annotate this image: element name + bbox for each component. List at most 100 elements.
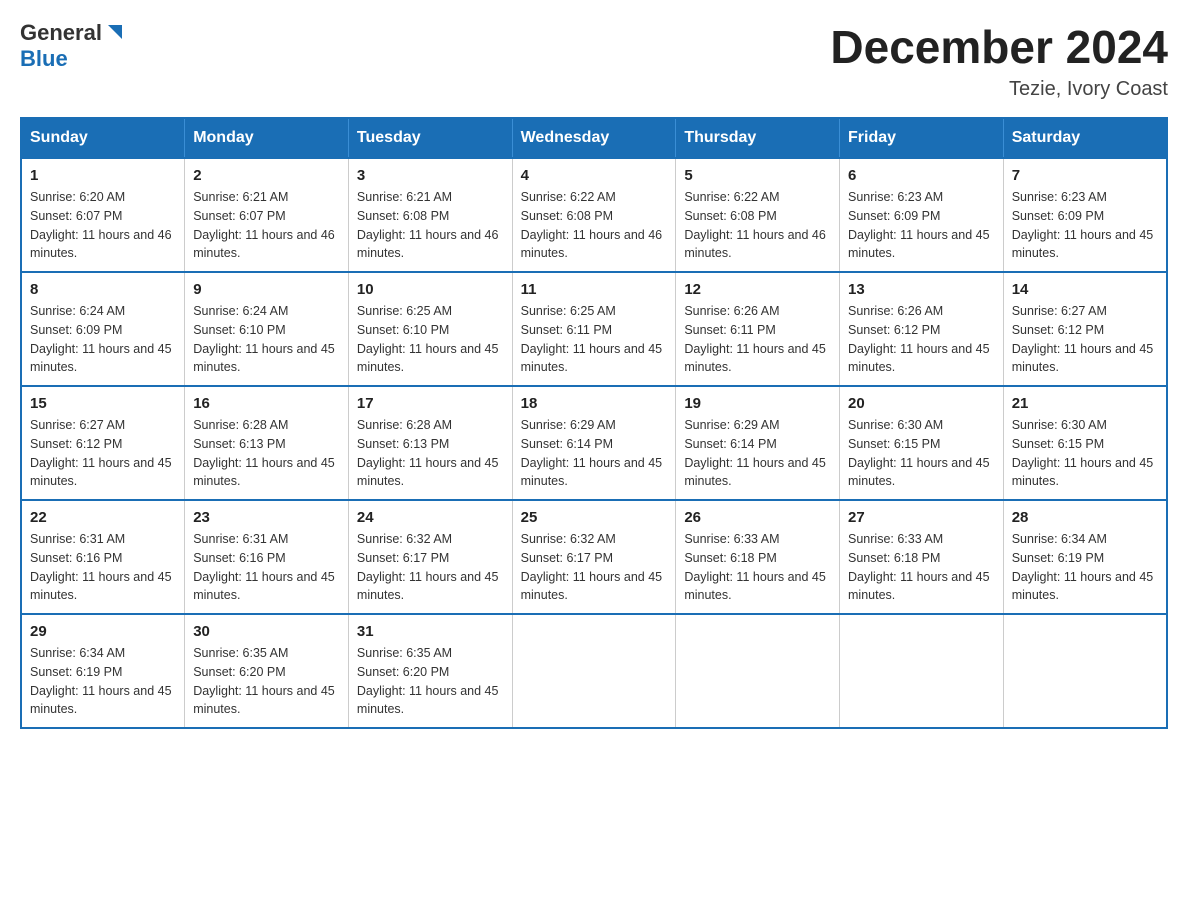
day-number: 31 [357, 623, 504, 640]
daylight-label: Daylight: 11 hours and 45 minutes. [193, 456, 335, 489]
day-info: Sunrise: 6:28 AM Sunset: 6:13 PM Dayligh… [357, 416, 504, 491]
calendar-day-cell: 22 Sunrise: 6:31 AM Sunset: 6:16 PM Dayl… [21, 500, 185, 614]
daylight-label: Daylight: 11 hours and 45 minutes. [521, 342, 663, 375]
sunrise-label: Sunrise: 6:31 AM [30, 532, 125, 546]
sunset-label: Sunset: 6:20 PM [193, 665, 285, 679]
day-info: Sunrise: 6:35 AM Sunset: 6:20 PM Dayligh… [357, 644, 504, 719]
day-info: Sunrise: 6:32 AM Sunset: 6:17 PM Dayligh… [521, 530, 668, 605]
calendar-day-cell: 27 Sunrise: 6:33 AM Sunset: 6:18 PM Dayl… [840, 500, 1004, 614]
daylight-label: Daylight: 11 hours and 45 minutes. [30, 684, 172, 717]
day-info: Sunrise: 6:24 AM Sunset: 6:09 PM Dayligh… [30, 302, 176, 377]
calendar-day-cell: 10 Sunrise: 6:25 AM Sunset: 6:10 PM Dayl… [348, 272, 512, 386]
calendar-day-cell: 9 Sunrise: 6:24 AM Sunset: 6:10 PM Dayli… [185, 272, 349, 386]
calendar-week-row: 22 Sunrise: 6:31 AM Sunset: 6:16 PM Dayl… [21, 500, 1167, 614]
day-info: Sunrise: 6:27 AM Sunset: 6:12 PM Dayligh… [1012, 302, 1158, 377]
daylight-label: Daylight: 11 hours and 45 minutes. [357, 456, 499, 489]
sunset-label: Sunset: 6:20 PM [357, 665, 449, 679]
sunrise-label: Sunrise: 6:30 AM [1012, 418, 1107, 432]
day-info: Sunrise: 6:33 AM Sunset: 6:18 PM Dayligh… [848, 530, 995, 605]
weekday-row: SundayMondayTuesdayWednesdayThursdayFrid… [21, 118, 1167, 158]
day-number: 6 [848, 167, 995, 184]
day-info: Sunrise: 6:33 AM Sunset: 6:18 PM Dayligh… [684, 530, 831, 605]
day-info: Sunrise: 6:21 AM Sunset: 6:08 PM Dayligh… [357, 188, 504, 263]
sunset-label: Sunset: 6:14 PM [684, 437, 776, 451]
day-info: Sunrise: 6:28 AM Sunset: 6:13 PM Dayligh… [193, 416, 340, 491]
sunset-label: Sunset: 6:12 PM [1012, 323, 1104, 337]
sunset-label: Sunset: 6:08 PM [357, 209, 449, 223]
weekday-header: Thursday [676, 118, 840, 158]
day-number: 1 [30, 167, 176, 184]
day-info: Sunrise: 6:23 AM Sunset: 6:09 PM Dayligh… [1012, 188, 1158, 263]
page-header: General Blue December 2024 Tezie, Ivory … [20, 20, 1168, 101]
day-info: Sunrise: 6:35 AM Sunset: 6:20 PM Dayligh… [193, 644, 340, 719]
calendar-day-cell: 29 Sunrise: 6:34 AM Sunset: 6:19 PM Dayl… [21, 614, 185, 728]
sunrise-label: Sunrise: 6:23 AM [1012, 190, 1107, 204]
daylight-label: Daylight: 11 hours and 45 minutes. [193, 570, 335, 603]
daylight-label: Daylight: 11 hours and 45 minutes. [521, 570, 663, 603]
day-number: 29 [30, 623, 176, 640]
calendar-day-cell: 30 Sunrise: 6:35 AM Sunset: 6:20 PM Dayl… [185, 614, 349, 728]
calendar-day-cell: 16 Sunrise: 6:28 AM Sunset: 6:13 PM Dayl… [185, 386, 349, 500]
day-info: Sunrise: 6:34 AM Sunset: 6:19 PM Dayligh… [30, 644, 176, 719]
day-info: Sunrise: 6:23 AM Sunset: 6:09 PM Dayligh… [848, 188, 995, 263]
sunrise-label: Sunrise: 6:25 AM [357, 304, 452, 318]
sunset-label: Sunset: 6:16 PM [193, 551, 285, 565]
day-info: Sunrise: 6:30 AM Sunset: 6:15 PM Dayligh… [1012, 416, 1158, 491]
sunset-label: Sunset: 6:09 PM [848, 209, 940, 223]
sunset-label: Sunset: 6:10 PM [357, 323, 449, 337]
sunrise-label: Sunrise: 6:32 AM [521, 532, 616, 546]
daylight-label: Daylight: 11 hours and 45 minutes. [193, 684, 335, 717]
calendar-day-cell: 18 Sunrise: 6:29 AM Sunset: 6:14 PM Dayl… [512, 386, 676, 500]
daylight-label: Daylight: 11 hours and 45 minutes. [1012, 342, 1154, 375]
sunrise-label: Sunrise: 6:21 AM [357, 190, 452, 204]
sunset-label: Sunset: 6:07 PM [193, 209, 285, 223]
sunset-label: Sunset: 6:08 PM [684, 209, 776, 223]
sunset-label: Sunset: 6:15 PM [1012, 437, 1104, 451]
sunset-label: Sunset: 6:18 PM [684, 551, 776, 565]
sunrise-label: Sunrise: 6:22 AM [684, 190, 779, 204]
day-number: 12 [684, 281, 831, 298]
sunset-label: Sunset: 6:13 PM [193, 437, 285, 451]
calendar-day-cell: 4 Sunrise: 6:22 AM Sunset: 6:08 PM Dayli… [512, 158, 676, 272]
calendar-day-cell: 1 Sunrise: 6:20 AM Sunset: 6:07 PM Dayli… [21, 158, 185, 272]
sunrise-label: Sunrise: 6:22 AM [521, 190, 616, 204]
sunrise-label: Sunrise: 6:24 AM [30, 304, 125, 318]
day-info: Sunrise: 6:22 AM Sunset: 6:08 PM Dayligh… [684, 188, 831, 263]
calendar-day-cell: 6 Sunrise: 6:23 AM Sunset: 6:09 PM Dayli… [840, 158, 1004, 272]
sunrise-label: Sunrise: 6:31 AM [193, 532, 288, 546]
day-number: 24 [357, 509, 504, 526]
sunrise-label: Sunrise: 6:27 AM [1012, 304, 1107, 318]
sunset-label: Sunset: 6:18 PM [848, 551, 940, 565]
daylight-label: Daylight: 11 hours and 45 minutes. [30, 456, 172, 489]
day-number: 15 [30, 395, 176, 412]
daylight-label: Daylight: 11 hours and 45 minutes. [684, 570, 826, 603]
daylight-label: Daylight: 11 hours and 45 minutes. [1012, 456, 1154, 489]
day-info: Sunrise: 6:24 AM Sunset: 6:10 PM Dayligh… [193, 302, 340, 377]
calendar-day-cell: 23 Sunrise: 6:31 AM Sunset: 6:16 PM Dayl… [185, 500, 349, 614]
day-number: 18 [521, 395, 668, 412]
daylight-label: Daylight: 11 hours and 46 minutes. [684, 228, 826, 261]
sunrise-label: Sunrise: 6:29 AM [521, 418, 616, 432]
day-number: 30 [193, 623, 340, 640]
daylight-label: Daylight: 11 hours and 45 minutes. [357, 570, 499, 603]
sunrise-label: Sunrise: 6:33 AM [848, 532, 943, 546]
daylight-label: Daylight: 11 hours and 46 minutes. [193, 228, 335, 261]
daylight-label: Daylight: 11 hours and 45 minutes. [848, 342, 990, 375]
sunset-label: Sunset: 6:16 PM [30, 551, 122, 565]
day-number: 4 [521, 167, 668, 184]
sunset-label: Sunset: 6:17 PM [521, 551, 613, 565]
daylight-label: Daylight: 11 hours and 45 minutes. [30, 570, 172, 603]
weekday-header: Wednesday [512, 118, 676, 158]
daylight-label: Daylight: 11 hours and 46 minutes. [357, 228, 499, 261]
calendar-day-cell: 31 Sunrise: 6:35 AM Sunset: 6:20 PM Dayl… [348, 614, 512, 728]
day-info: Sunrise: 6:31 AM Sunset: 6:16 PM Dayligh… [30, 530, 176, 605]
calendar-body: 1 Sunrise: 6:20 AM Sunset: 6:07 PM Dayli… [21, 158, 1167, 728]
sunrise-label: Sunrise: 6:21 AM [193, 190, 288, 204]
daylight-label: Daylight: 11 hours and 45 minutes. [30, 342, 172, 375]
sunset-label: Sunset: 6:11 PM [521, 323, 613, 337]
sunrise-label: Sunrise: 6:25 AM [521, 304, 616, 318]
logo-triangle-icon [104, 21, 126, 43]
day-info: Sunrise: 6:22 AM Sunset: 6:08 PM Dayligh… [521, 188, 668, 263]
day-info: Sunrise: 6:27 AM Sunset: 6:12 PM Dayligh… [30, 416, 176, 491]
calendar-week-row: 1 Sunrise: 6:20 AM Sunset: 6:07 PM Dayli… [21, 158, 1167, 272]
